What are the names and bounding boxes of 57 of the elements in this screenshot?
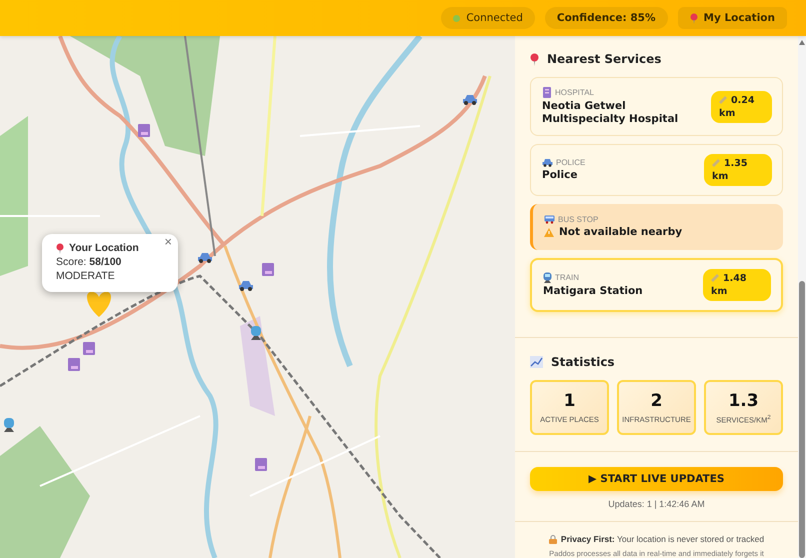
hospital-icon — [68, 358, 80, 371]
service-card[interactable]: BUS STOP Not available nearby — [530, 204, 783, 250]
service-category: HOSPITAL — [555, 88, 594, 97]
chart-icon — [530, 356, 543, 368]
hospital-icon — [255, 458, 267, 471]
privacy-note: Privacy First: Your location is never stored or tracked — [560, 534, 764, 544]
warning-icon — [544, 228, 554, 237]
train-icon — [543, 272, 552, 283]
bus-icon — [544, 215, 555, 224]
start-live-updates-button[interactable]: ▶ START LIVE UPDATES — [530, 466, 783, 491]
car-icon — [542, 158, 553, 167]
train-icon — [3, 418, 15, 432]
car-icon — [238, 280, 254, 291]
service-name: Not available nearby — [559, 226, 682, 239]
update-status: Updates: 1 | 1:42:46 AM — [607, 499, 706, 509]
hospital-icon — [83, 342, 95, 355]
scrollbar[interactable] — [798, 36, 806, 558]
pin-icon — [56, 242, 64, 254]
section-title: Nearest Services — [547, 52, 662, 66]
scrollbar-thumb[interactable] — [799, 281, 805, 558]
stat-value: 1.3 — [728, 391, 759, 411]
hospital-icon — [138, 124, 150, 137]
scroll-up-icon[interactable] — [799, 40, 805, 45]
hospital-icon — [262, 263, 274, 276]
popup-level: MODERATE — [56, 270, 116, 282]
service-card[interactable]: TRAIN Matigara Station 1.48 km — [530, 258, 783, 312]
distance-badge: 1.35 km — [704, 154, 772, 186]
service-name: Police — [542, 169, 578, 182]
distance-badge: 0.24 km — [711, 90, 772, 122]
car-icon — [462, 94, 478, 105]
service-card[interactable]: HOSPITAL Neotia Getwel Multispecialty Hospital 0.24 km — [530, 77, 783, 136]
close-button[interactable]: × — [162, 235, 174, 249]
lock-icon — [548, 534, 557, 544]
ruler-icon — [711, 274, 719, 282]
section-title: Statistics — [551, 355, 615, 369]
popup-title-text: Your Location — [69, 242, 139, 254]
ruler-icon — [719, 96, 727, 104]
hospital-icon — [542, 87, 552, 98]
status-label: Connected — [466, 12, 523, 24]
service-category: TRAIN — [555, 273, 579, 282]
train-icon — [250, 326, 262, 340]
car-icon — [197, 252, 213, 263]
service-name: Matigara Station — [543, 285, 643, 298]
pin-icon — [690, 12, 698, 24]
service-category: POLICE — [556, 158, 586, 167]
popup-score: Score: 58/100 — [56, 256, 122, 268]
my-location-button[interactable]: My Location — [678, 7, 787, 29]
stat-value: 2 — [650, 391, 662, 411]
location-marker-icon — [85, 291, 113, 317]
service-card[interactable]: POLICE Police 1.35 km — [530, 144, 783, 196]
stat-value: 1 — [564, 391, 576, 411]
service-category: BUS STOP — [558, 215, 598, 224]
confidence-badge: Confidence: 85% — [544, 7, 668, 29]
pin-icon — [530, 52, 539, 66]
distance-badge: 1.48 km — [703, 269, 771, 301]
service-name: Neotia Getwel Multispecialty Hospital — [542, 100, 680, 126]
ruler-icon — [712, 159, 720, 167]
